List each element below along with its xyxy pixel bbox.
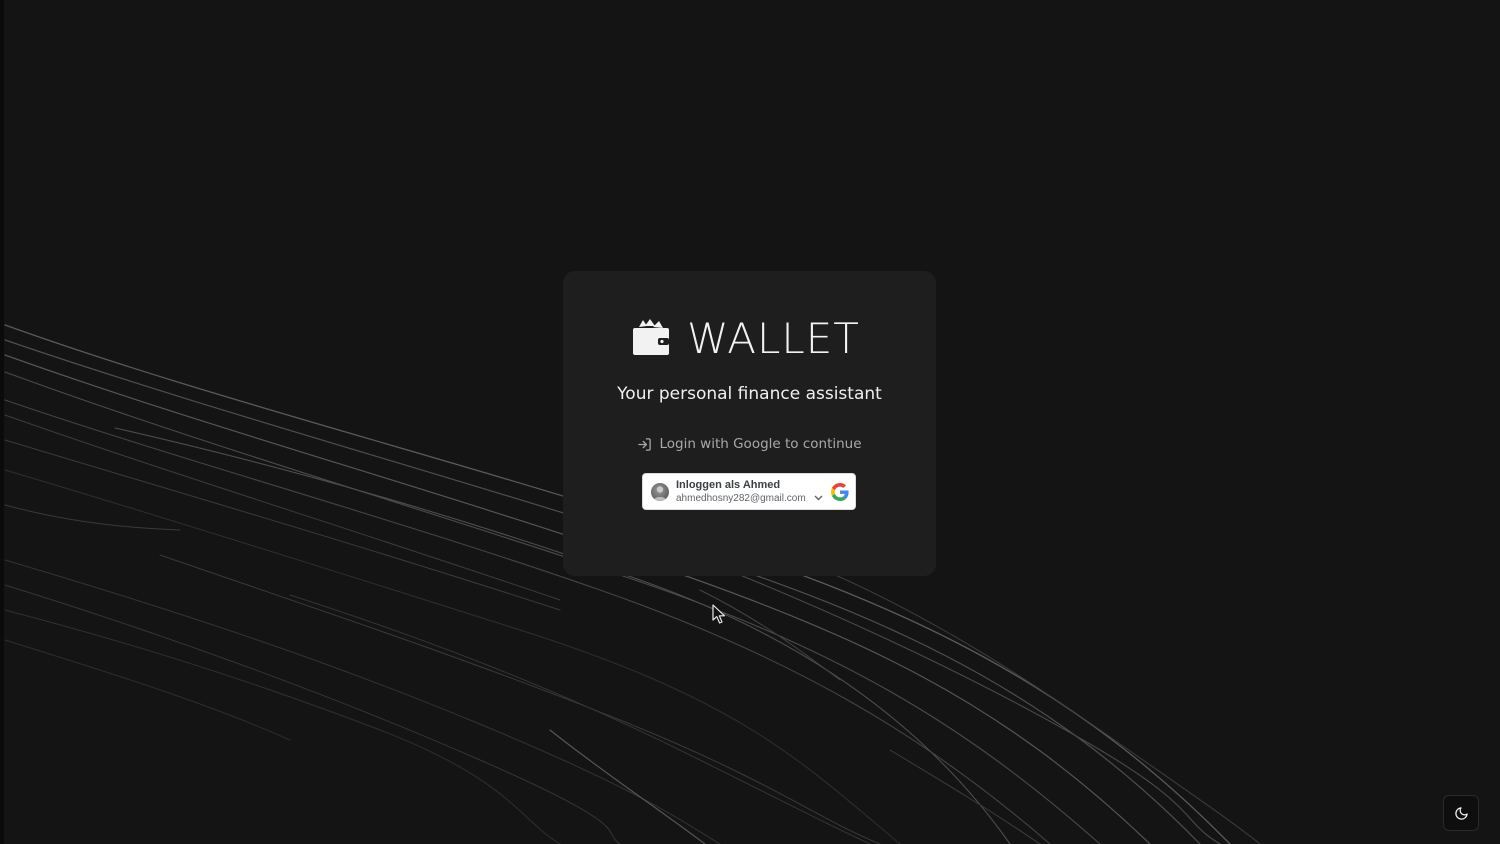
- brand: WALLET: [631, 309, 860, 365]
- google-icon: [831, 483, 849, 501]
- google-account-email: ahmedhosny282@gmail.com: [676, 493, 806, 504]
- chevron-down-icon[interactable]: [814, 495, 823, 501]
- login-hint-text: Login with Google to continue: [659, 436, 862, 452]
- mouse-cursor-icon: [712, 604, 726, 624]
- theme-toggle-button[interactable]: [1443, 795, 1479, 831]
- tagline: Your personal finance assistant: [617, 384, 882, 404]
- google-account-title: Inloggen als Ahmed: [676, 479, 781, 491]
- avatar: [651, 483, 669, 501]
- brand-name: WALLET: [687, 314, 860, 363]
- login-card: WALLET Your personal finance assistant L…: [563, 271, 936, 576]
- google-signin-button[interactable]: Inloggen als Ahmed ahmedhosny282@gmail.c…: [642, 473, 856, 510]
- login-page: WALLET Your personal finance assistant L…: [0, 0, 1500, 844]
- wallet-icon: [633, 319, 669, 355]
- login-hint: Login with Google to continue: [563, 436, 936, 452]
- log-in-icon: [638, 437, 652, 451]
- moon-icon: [1454, 806, 1468, 820]
